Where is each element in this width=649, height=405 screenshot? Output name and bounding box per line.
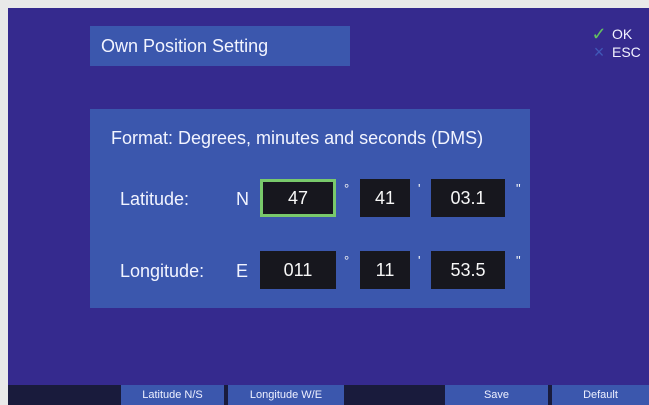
longitude-second-symbol: "	[516, 253, 521, 268]
latitude-degree-symbol: °	[344, 181, 350, 196]
longitude-degrees-input[interactable]: 011	[260, 251, 336, 289]
latitude-seconds-input[interactable]: 03.1	[431, 179, 505, 217]
latitude-hemisphere: N	[236, 189, 249, 209]
ok-button[interactable]: ✓ OK	[588, 25, 649, 43]
ok-label: OK	[612, 26, 633, 42]
format-label: Format: Degrees, minutes and seconds (DM…	[111, 128, 484, 148]
longitude-hemisphere: E	[236, 261, 249, 281]
longitude-minutes-input[interactable]: 11	[360, 251, 410, 289]
longitude-we-button[interactable]: Longitude W/E	[228, 385, 344, 405]
latitude-second-symbol: "	[516, 181, 521, 196]
longitude-row: Longitude: E 011 ° 11 ' 53.5 "	[90, 249, 530, 293]
softkey-bar: Latitude N/S Longitude W/E Save Default	[8, 385, 649, 405]
longitude-minute-symbol: '	[418, 253, 421, 268]
close-icon: ×	[593, 42, 605, 62]
save-button[interactable]: Save	[445, 385, 548, 405]
dialog-actions: ✓ OK × ESC	[588, 25, 649, 61]
latitude-ns-button[interactable]: Latitude N/S	[121, 385, 224, 405]
longitude-label: Longitude:	[120, 261, 205, 281]
esc-label: ESC	[612, 44, 641, 60]
longitude-degree-symbol: °	[344, 253, 350, 268]
longitude-seconds-input[interactable]: 53.5	[431, 251, 505, 289]
latitude-minute-symbol: '	[418, 181, 421, 196]
latitude-degrees-input[interactable]: 47	[260, 179, 336, 217]
latitude-row: Latitude: N 47 ° 41 ' 03.1 "	[90, 177, 530, 221]
latitude-label: Latitude:	[120, 189, 190, 209]
esc-button[interactable]: × ESC	[588, 43, 649, 61]
position-format-panel: Format: Degrees, minutes and seconds (DM…	[90, 109, 530, 308]
page-title: Own Position Setting	[90, 26, 350, 66]
check-icon: ✓	[591, 24, 607, 44]
own-position-setting-screen: Own Position Setting ✓ OK × ESC Format: …	[8, 8, 649, 405]
latitude-minutes-input[interactable]: 41	[360, 179, 410, 217]
default-button[interactable]: Default	[552, 385, 649, 405]
